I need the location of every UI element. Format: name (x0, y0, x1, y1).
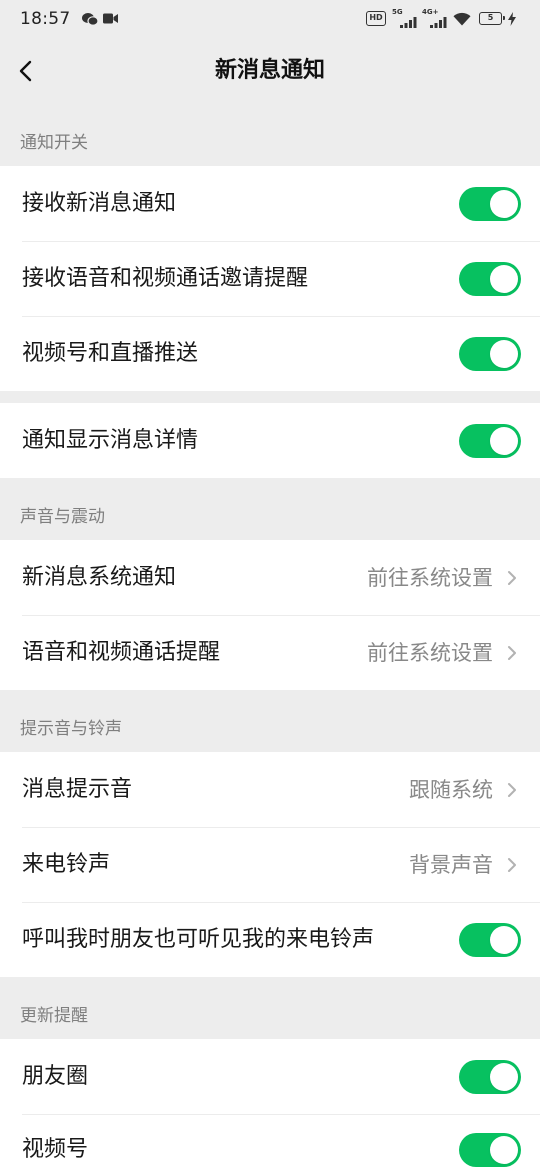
tones-ringtones-card: 消息提示音 跟随系统 来电铃声 背景声音 呼叫我时朋友也可听见我的来电铃声 (0, 752, 540, 977)
row-call-invitation-reminder: 接收语音和视频通话邀请提醒 (0, 241, 540, 316)
row-channels-live-push: 视频号和直播推送 (0, 316, 540, 391)
nav-bar: 新消息通知 (0, 38, 540, 104)
chevron-left-icon[interactable] (12, 56, 42, 86)
friends-hear-ringtone-toggle[interactable] (459, 922, 521, 957)
row-ringtone[interactable]: 来电铃声 背景声音 (0, 827, 540, 902)
hd-icon: HD (366, 11, 386, 26)
row-channels: 视频号 (0, 1114, 540, 1168)
wifi-icon (453, 12, 471, 26)
row-label: 接收新消息通知 (22, 190, 177, 216)
row-call-reminder-system-setting[interactable]: 语音和视频通话提醒 前往系统设置 (0, 615, 540, 690)
show-message-details-toggle[interactable] (459, 423, 521, 458)
channels-live-push-toggle[interactable] (459, 336, 521, 371)
row-moments: 朋友圈 (0, 1039, 540, 1114)
status-bar: 18:57 HD 5G 4G+ 5 (0, 0, 540, 38)
chevron-right-icon (508, 570, 516, 585)
signal-icon (430, 17, 447, 28)
row-label: 接收语音和视频通话邀请提醒 (22, 265, 309, 291)
row-label: 语音和视频通话提醒 (22, 639, 221, 665)
toggle-knob (490, 264, 518, 293)
signal-5g-label: 5G (392, 8, 403, 16)
section-header-update-reminders: 更新提醒 (20, 1006, 88, 1026)
row-value: 跟随系统 (409, 775, 517, 805)
row-value: 前往系统设置 (367, 638, 517, 668)
row-value-text: 背景声音 (409, 852, 493, 877)
section-header-tones-ringtones: 提示音与铃声 (20, 719, 122, 739)
toggle-knob (490, 426, 518, 455)
row-value: 背景声音 (409, 850, 517, 880)
video-icon (103, 13, 118, 24)
wechat-icon (82, 13, 98, 26)
notification-settings-page: 18:57 HD 5G 4G+ 5 新消息通知 通知开关 接收新消息通知 接收语… (0, 0, 540, 1168)
row-friends-hear-ringtone: 呼叫我时朋友也可听见我的来电铃声 (0, 902, 540, 977)
row-label: 视频号 (22, 1137, 89, 1162)
section-header-sound-vibration: 声音与震动 (20, 507, 105, 527)
row-value-text: 跟随系统 (409, 777, 493, 802)
update-reminders-card: 朋友圈 视频号 (0, 1039, 540, 1168)
row-value: 前往系统设置 (367, 563, 517, 593)
signal-4g-label: 4G+ (422, 8, 439, 16)
row-label: 通知显示消息详情 (22, 427, 199, 453)
receive-new-message-toggle[interactable] (459, 186, 521, 221)
row-label: 朋友圈 (22, 1063, 89, 1089)
moments-toggle[interactable] (459, 1059, 521, 1094)
row-receive-new-message-notification: 接收新消息通知 (0, 166, 540, 241)
message-details-card: 通知显示消息详情 (0, 403, 540, 478)
page-title: 新消息通知 (214, 58, 325, 83)
battery-icon: 5 (479, 12, 505, 25)
toggle-knob (490, 1062, 518, 1091)
row-value-text: 前往系统设置 (367, 565, 493, 590)
toggle-knob (490, 189, 518, 218)
row-label: 呼叫我时朋友也可听见我的来电铃声 (22, 926, 375, 952)
toggle-knob (490, 925, 518, 954)
sound-vibration-card: 新消息系统通知 前往系统设置 语音和视频通话提醒 前往系统设置 (0, 540, 540, 690)
charging-icon (508, 12, 516, 26)
signal-icon (400, 17, 417, 28)
section-header-notification-switches: 通知开关 (20, 133, 88, 153)
row-label: 消息提示音 (22, 776, 133, 802)
notification-switches-card: 接收新消息通知 接收语音和视频通话邀请提醒 视频号和直播推送 (0, 166, 540, 391)
chevron-right-icon (508, 782, 516, 797)
row-show-message-details: 通知显示消息详情 (0, 403, 540, 478)
channels-toggle[interactable] (459, 1133, 521, 1167)
row-new-message-system-notification[interactable]: 新消息系统通知 前往系统设置 (0, 540, 540, 615)
row-label: 视频号和直播推送 (22, 340, 199, 366)
row-label: 新消息系统通知 (22, 564, 177, 590)
toggle-knob (490, 339, 518, 368)
call-invitation-toggle[interactable] (459, 261, 521, 296)
row-value-text: 前往系统设置 (367, 640, 493, 665)
signal-4g: 4G+ (422, 8, 448, 28)
chevron-right-icon (508, 857, 516, 872)
row-label: 来电铃声 (22, 851, 111, 877)
toggle-knob (490, 1136, 518, 1164)
signal-5g: 5G (392, 8, 418, 28)
status-time: 18:57 (20, 9, 71, 29)
row-message-tone[interactable]: 消息提示音 跟随系统 (0, 752, 540, 827)
chevron-right-icon (508, 645, 516, 660)
